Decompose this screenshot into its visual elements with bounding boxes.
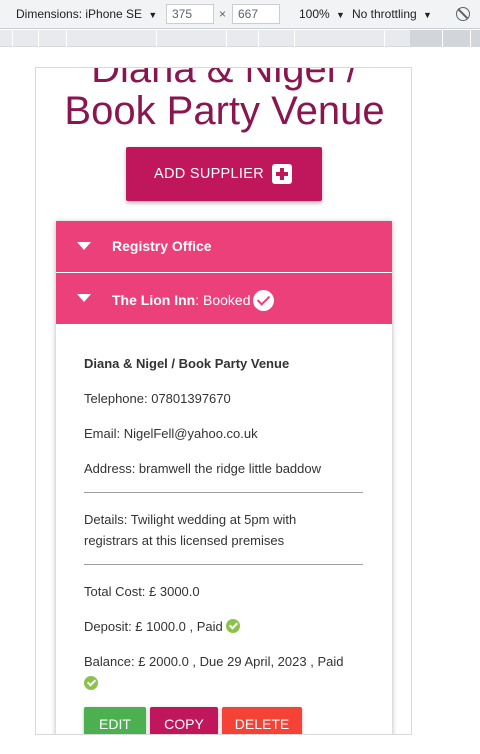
accordion-item-registry-office[interactable]: Registry Office <box>56 221 392 272</box>
dimension-separator: × <box>219 7 227 21</box>
supplier-address: Address: bramwell the ridge little baddo… <box>84 461 322 476</box>
zoom-label: 100% <box>299 7 330 21</box>
copy-button[interactable]: COPY <box>150 707 218 734</box>
paid-check-icon <box>84 676 98 690</box>
triangle-down-icon <box>77 242 91 250</box>
paid-check-icon <box>226 619 241 633</box>
zoom-dropdown[interactable]: 100% ▼ <box>299 7 345 21</box>
add-supplier-button[interactable]: ADD SUPPLIER <box>126 147 322 201</box>
check-circle-icon <box>253 290 275 311</box>
add-supplier-label: ADD SUPPLIER <box>154 166 264 182</box>
devtools-toolbar: Dimensions: iPhone SE ▼ 375 × 667 100% ▼… <box>0 0 480 29</box>
supplier-email: Email: NigelFell@yahoo.co.uk <box>84 426 258 441</box>
device-viewport: Diana & Nigel / Book Party Venue ADD SUP… <box>35 67 412 735</box>
media-query-ruler[interactable] <box>0 30 480 47</box>
height-input[interactable]: 667 <box>232 4 280 24</box>
supplier-total-cost: Total Cost: £ 3000.0 <box>84 584 200 599</box>
chevron-down-icon: ▼ <box>423 10 432 20</box>
triangle-down-icon <box>77 294 91 302</box>
deposit-text: Deposit: £ 1000.0 , Paid <box>84 619 223 634</box>
throttling-label: No throttling <box>352 7 417 21</box>
accordion-item-lion-inn[interactable]: The Lion Inn: Booked <box>56 273 392 324</box>
plus-box-icon <box>272 164 292 184</box>
dimensions-dropdown[interactable]: Dimensions: iPhone SE ▼ <box>16 7 157 21</box>
supplier-deposit: Deposit: £ 1000.0 , Paid <box>84 616 241 637</box>
supplier-name: The Lion Inn <box>112 292 196 308</box>
accordion-item-label: The Lion Inn: Booked <box>112 290 275 311</box>
divider <box>84 564 363 565</box>
supplier-card: Registry Office The Lion Inn: Booked Dia… <box>56 221 392 734</box>
delete-button[interactable]: DELETE <box>222 707 302 734</box>
page-title-line2: Book Party Venue <box>64 89 385 133</box>
supplier-telephone: Telephone: 07801397670 <box>84 391 231 406</box>
supplier-balance: Balance: £ 2000.0 , Due 29 April, 2023 ,… <box>84 654 344 669</box>
chevron-down-icon: ▼ <box>148 10 158 20</box>
supplier-heading: Diana & Nigel / Book Party Venue <box>84 356 290 371</box>
page-title-line1: Diana & Nigel / <box>91 67 358 91</box>
throttling-dropdown[interactable]: No throttling ▼ <box>352 7 432 21</box>
divider <box>84 492 363 493</box>
dimensions-label: Dimensions: iPhone SE <box>16 7 143 21</box>
supplier-details-line1: Details: Twilight wedding at 5pm with <box>84 512 297 527</box>
accordion-item-label: Registry Office <box>112 238 212 254</box>
chevron-down-icon: ▼ <box>336 10 345 20</box>
balance-paid-check <box>84 675 98 693</box>
rotate-disabled-icon[interactable] <box>456 7 470 21</box>
width-input[interactable]: 375 <box>166 4 214 24</box>
booking-status: : Booked <box>195 292 251 308</box>
supplier-details-line2: registrars at this licensed premises <box>84 533 285 548</box>
edit-button[interactable]: EDIT <box>84 707 146 734</box>
